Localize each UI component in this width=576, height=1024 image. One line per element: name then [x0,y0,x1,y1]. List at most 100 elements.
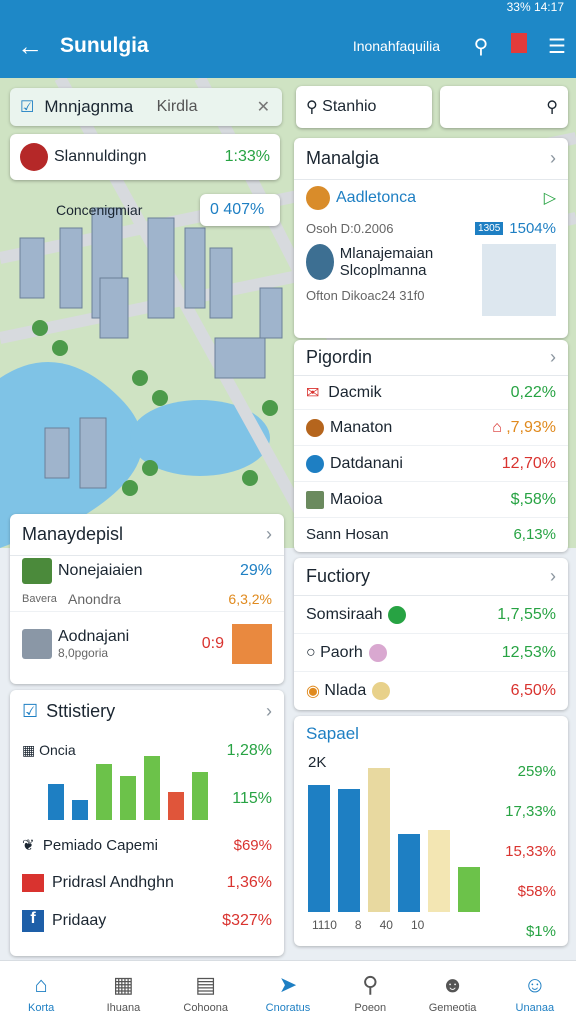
fuctiory-row[interactable]: ○ Paorh 12,53% [294,634,568,672]
pigordin-row-label: Manaton [330,418,393,436]
statistics-row-label: Pemiado Capemi [42,836,158,854]
statistics-row[interactable]: f Pridaay $327% [10,902,284,940]
manaydepisl-row-2-label: Aodnajani [58,628,130,645]
manalgia-badge: 1305 [475,221,504,235]
statistics-value-1: 1,28% [226,742,272,759]
nav-tab-label: Ihuana [106,1001,141,1014]
card-pigordin-header[interactable]: Pigordin › [294,340,568,376]
nav-tab[interactable]: ⚲ Poeon [329,961,411,1024]
card-pigordin-title: Pigordin [306,347,373,367]
menu-icon[interactable]: ☰ [538,34,576,59]
statistics-row[interactable]: ❦ Pemiado Capemi $69% [10,826,284,864]
manaydepisl-row-1[interactable]: Nonejaiaien 29% [10,556,284,586]
flag-icon [22,874,44,892]
leaf-icon: ❦ [22,837,43,854]
chart-bar [144,756,160,820]
sapael-xtick: 10 [410,918,425,932]
sapael-xtick: 1110 [312,918,337,932]
app-bar: ← Sunulgia Inonahfaquilia ⚲ ☰ [0,14,576,78]
search-chip-icon: ⚲ [306,99,323,116]
map-item-2-value-pill: 0 407% [200,194,280,226]
pigordin-row[interactable]: Datdanani 12,70% [294,446,568,482]
statistics-row[interactable]: Pridrasl Andhghn 1,36% [10,864,284,902]
nav-tab[interactable]: ▦ Ihuana [82,961,164,1024]
manalgia-row-1[interactable]: Aadletonca ▷ [294,180,568,216]
sapael-values: 259% 17,33% 15,33% $58% $1% [505,752,556,946]
back-icon[interactable]: ← [0,31,60,62]
nav-tab-label: Cnoratus [265,1001,311,1014]
fuctiory-row[interactable]: Somsiraah 1,7,55% [294,596,568,634]
card-manaydepisl: Manaydepisl › Nonejaiaien 29% Bavera Anondr… [10,514,284,684]
nav-tab[interactable]: ▤ Cohoona [165,961,247,1024]
fuctiory-row-label: Paorh [320,643,363,661]
manalgia-row-2[interactable]: Mlanajemaian Slcoplmanna Ofton Dikoac24 … [294,240,568,320]
manalgia-row-2-meta: Ofton Dikoac24 31f0 [306,288,425,303]
map-tab-label[interactable]: Mnnjagnma [44,97,156,117]
manaydepisl-row-2[interactable]: Aodnajani 8,0pgoria 0:9 [10,612,284,676]
sapael-value: 15,33% [505,843,556,860]
calendar-icon: ▤ [195,971,217,997]
sapael-value: $1% [525,923,556,940]
sapael-value: 259% [517,763,556,780]
card-statistics-header[interactable]: ☑ Sttistiery › [10,690,284,732]
app-subtitle[interactable]: Inonahfaquilia [353,38,440,54]
card-pigordin: Pigordin › ✉ Dacmik 0,22% Manaton ⌂ ,7,93% … [294,340,568,552]
compass-icon: ➤ [278,971,298,997]
sapael-bars [308,762,498,912]
card-manaydepisl-title: Manaydepisl [22,524,124,544]
plus-circle-icon [368,643,387,662]
pigordin-row-value: 0,22% [510,383,556,401]
map-item-1[interactable]: Slannuldingn 1:33% [10,134,280,180]
card-sapael-title: Sapael [306,724,359,743]
pigordin-row-label: Maoioa [330,490,383,508]
emblem-icon [20,143,48,171]
close-icon[interactable]: ✕ [257,97,270,117]
pigordin-row-value: ,7,93% [506,418,556,436]
nav-tab-label: Gemeotia [428,1001,477,1014]
pigordin-row-label: Datdanani [330,454,403,472]
statistics-bars [28,740,218,820]
statistics-chart: ▦ Oncia 1,28% 115% [22,740,272,826]
search-icon-field: ⚲ [546,99,558,116]
map-item-1-value: 1:33% [224,148,270,165]
statistics-row-value: $327% [222,912,272,929]
nav-tab-label: Poeon [354,1001,387,1014]
fuctiory-row[interactable]: ◉ Nlada 6,50% [294,672,568,710]
search-icon[interactable]: ⚲ [462,34,500,59]
pigordin-row[interactable]: Sann Hosan 6,13% [294,518,568,550]
pigordin-row-value: 12,70% [501,454,556,472]
pigordin-row[interactable]: Manaton ⌂ ,7,93% [294,410,568,446]
home-alert-icon: ⌂ [492,418,502,436]
fuctiory-row-value: 12,53% [501,643,556,661]
pigordin-row[interactable]: Maoioa $,58% [294,482,568,518]
chevron-right-icon: › [550,148,556,168]
statistics-row-label: Pridrasl Andhghn [52,874,174,891]
map-item-2-label: Concenigmiar [56,202,143,218]
map-tab-value[interactable]: Kirdla [157,98,257,116]
chart-bar [48,784,64,820]
chart-bar [168,792,184,820]
chart-bar [338,789,360,912]
nav-tab-label: Cohoona [183,1001,229,1014]
nav-tab[interactable]: ☻ Gemeotia [411,961,493,1024]
chevron-right-icon: › [550,566,556,586]
bookmark-icon[interactable] [500,33,538,59]
pigordin-row[interactable]: ✉ Dacmik 0,22% [294,376,568,410]
statistics-row-value: 1,36% [226,874,272,891]
nav-tab[interactable]: ☺ Unanaa [494,961,576,1024]
nav-tab[interactable]: ➤ Cnoratus [247,961,329,1024]
card-fuctiory-header[interactable]: Fuctiory › [294,558,568,596]
search-icon: ⚲ [362,971,379,997]
search-input[interactable]: ⚲ [440,86,568,128]
card-manaydepisl-header[interactable]: Manaydepisl › [10,514,284,556]
chart-bar [428,829,450,912]
pigordin-row-label: Sann Hosan [306,525,389,543]
manaydepisl-row-1-label: Nonejaiaien [58,562,143,579]
target-icon: ◉ [306,683,325,700]
status-text: 33% 14:17 [506,0,564,14]
nav-tab[interactable]: ⌂ Korta [0,961,82,1024]
search-chip-label: Stanhio [322,98,377,115]
search-chip[interactable]: ⚲ Stanhio [296,86,432,128]
card-manalgia-header[interactable]: Manalgia › [294,138,568,180]
check-circle-icon [372,682,391,700]
